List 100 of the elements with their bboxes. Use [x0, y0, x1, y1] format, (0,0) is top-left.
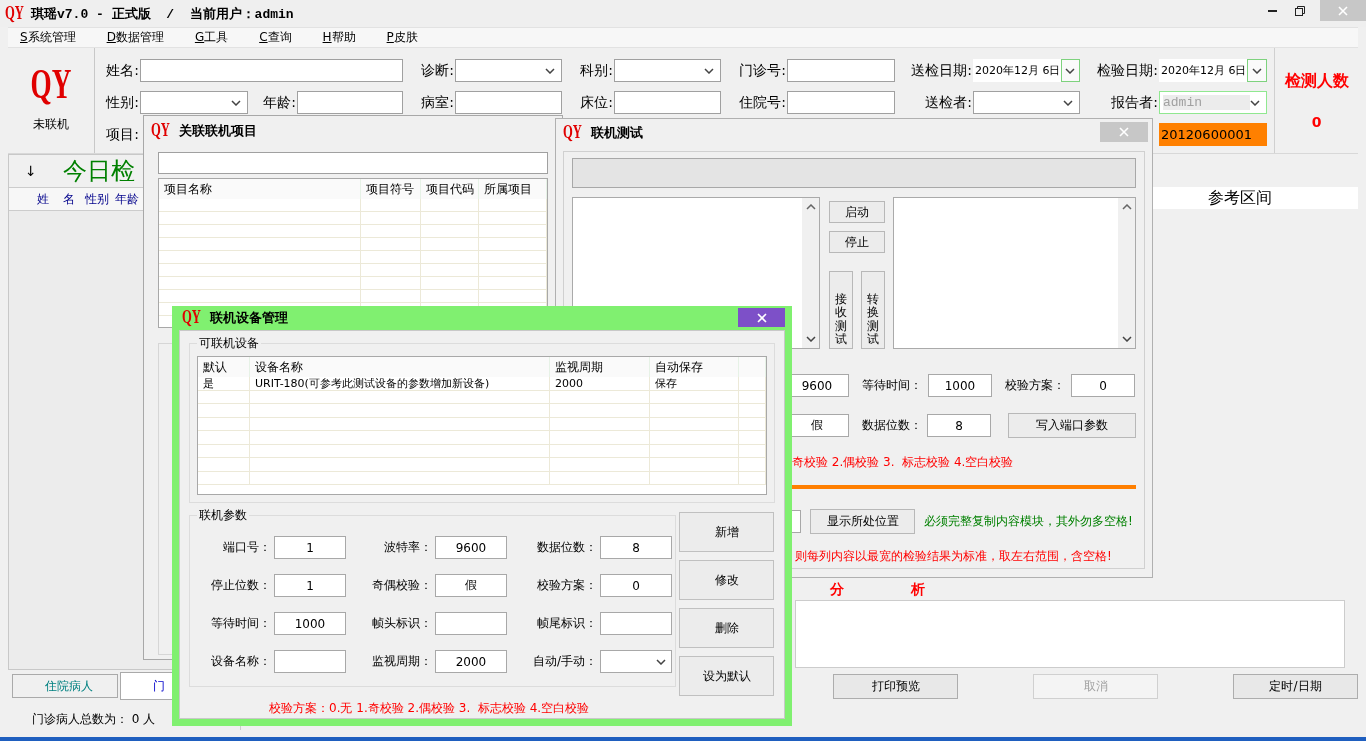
dialog-title: 联机设备管理 — [210, 309, 288, 327]
button[interactable]: 转换测试 — [861, 271, 885, 349]
logo: QY — [182, 308, 201, 328]
text-field[interactable]: 8 — [600, 536, 672, 559]
field-label: 停止位数： — [210, 577, 271, 594]
note-text: 则每列内容以最宽的检验结果为标准，取左右范围，含空格! — [795, 548, 1112, 564]
field-label: 帧尾标识： — [536, 615, 597, 632]
button[interactable]: 接收测试 — [829, 271, 853, 349]
analysis-text-area[interactable] — [795, 600, 1345, 668]
chevron-down-icon — [545, 67, 555, 74]
chevron-down-icon — [1252, 67, 1262, 74]
field-label: 监视周期： — [371, 653, 432, 670]
button[interactable]: 打印预览 — [833, 673, 958, 699]
field-label: 送检日期: — [910, 60, 973, 80]
menu-item[interactable]: H帮助 — [322, 29, 356, 46]
status-text: 门诊病人总数为： 0 人 — [31, 711, 157, 728]
text-field[interactable] — [600, 612, 672, 635]
table-cell — [739, 417, 766, 431]
chevron-down-icon — [805, 336, 816, 342]
date-field[interactable]: 2020年12月 6日 — [1159, 59, 1267, 82]
text-field[interactable] — [787, 59, 895, 82]
column-header: 自动保存 — [650, 357, 739, 377]
column-header: 监视周期 — [550, 357, 650, 377]
text-field[interactable]: 0 — [600, 574, 672, 597]
menu-item[interactable]: D数据管理 — [106, 29, 164, 46]
text-field[interactable]: 9600 — [435, 536, 507, 559]
text-field[interactable] — [274, 650, 346, 673]
sample-number-field[interactable]: 20120600001 — [1159, 123, 1267, 146]
scrollbar[interactable] — [1118, 198, 1135, 348]
restore-icon — [1295, 5, 1305, 16]
count-value: 0 — [1311, 114, 1322, 130]
dropdown[interactable] — [614, 59, 721, 82]
field-label: 数据位数： — [536, 539, 597, 556]
button[interactable]: 写入端口参数 — [1007, 413, 1136, 438]
table-cell: URIT-180(可参考此测试设备的参数增加新设备) — [250, 377, 550, 391]
section-title: 分 析 — [830, 581, 925, 599]
text-field[interactable] — [435, 612, 507, 635]
field-label: 病室: — [420, 92, 455, 112]
chevron-down-icon — [231, 99, 241, 106]
close-button[interactable] — [738, 308, 785, 327]
field-label: 诊断: — [420, 60, 455, 80]
table-cell — [421, 238, 479, 251]
text-field[interactable]: 假 — [435, 574, 507, 597]
button[interactable]: 启动 — [829, 201, 885, 223]
dropdown[interactable] — [455, 59, 562, 82]
field-label: 自动/手动： — [531, 653, 597, 670]
button[interactable]: 停止 — [829, 231, 885, 253]
text-area[interactable] — [893, 197, 1136, 349]
text-field[interactable] — [787, 91, 895, 114]
table-cell — [198, 458, 250, 472]
field-label: 科别: — [579, 60, 614, 80]
field-label: 等待时间： — [210, 615, 271, 632]
note-text: 必须完整复制内容模块，其外勿多空格! — [924, 513, 1133, 530]
chevron-down-icon — [704, 67, 714, 74]
table-cell — [421, 199, 479, 212]
table-cell — [739, 444, 766, 458]
table-cell — [361, 225, 421, 238]
close-icon — [1338, 5, 1348, 16]
note-text: 奇校验 2.偶校验 3. 标志校验 4.空白校验 — [792, 454, 1014, 470]
menu-item[interactable]: S系统管理 — [20, 29, 76, 46]
dropdown[interactable] — [140, 91, 248, 114]
field-label: 姓名: — [105, 60, 140, 80]
text-field[interactable] — [140, 59, 403, 82]
text-field[interactable]: 0 — [1071, 374, 1135, 397]
text-field[interactable] — [297, 91, 403, 114]
button[interactable]: 显示所处位置 — [810, 509, 915, 534]
table-cell — [479, 264, 547, 277]
dropdown-button[interactable] — [1247, 59, 1267, 82]
table-cell — [739, 471, 766, 485]
search-field[interactable] — [158, 152, 548, 174]
chevron-up-icon — [805, 204, 816, 210]
table-cell — [739, 390, 766, 404]
field-label: 数据位数： — [861, 417, 923, 434]
column-header: 设备名称 — [250, 357, 550, 377]
button[interactable]: 设为默认 — [679, 656, 774, 696]
button[interactable]: 新增 — [679, 512, 774, 552]
dropdown-button[interactable] — [1060, 59, 1080, 82]
text-field[interactable]: 1000 — [274, 612, 346, 635]
button[interactable]: 定时/日期 — [1233, 673, 1358, 699]
column-header: 姓 名 — [37, 190, 75, 208]
scrollbar[interactable] — [802, 198, 819, 348]
text-field[interactable]: 1000 — [928, 374, 992, 397]
menu-item[interactable]: G工具 — [194, 29, 229, 46]
menu-item[interactable]: C查询 — [259, 29, 292, 46]
text-field[interactable]: 1 — [274, 574, 346, 597]
button[interactable]: 修改 — [679, 560, 774, 600]
text-field[interactable]: 8 — [927, 414, 991, 437]
text-field[interactable] — [455, 91, 562, 114]
note-text: 校验方案：0.无 1.奇校验 2.偶校验 3. 标志校验 4.空白校验 — [269, 700, 590, 717]
menu-item[interactable]: P皮肤 — [386, 29, 418, 46]
dropdown[interactable] — [973, 91, 1080, 114]
text-field[interactable]: 1 — [274, 536, 346, 559]
text-field[interactable]: 2000 — [435, 650, 507, 673]
table-cell — [198, 431, 250, 445]
date-field[interactable]: 2020年12月 6日 — [973, 59, 1080, 82]
dropdown[interactable] — [600, 650, 672, 673]
text-field[interactable] — [614, 91, 721, 114]
sort-arrow[interactable]: ↓ — [25, 163, 37, 179]
tab[interactable]: 住院病人 — [12, 674, 118, 698]
button[interactable]: 删除 — [679, 608, 774, 648]
